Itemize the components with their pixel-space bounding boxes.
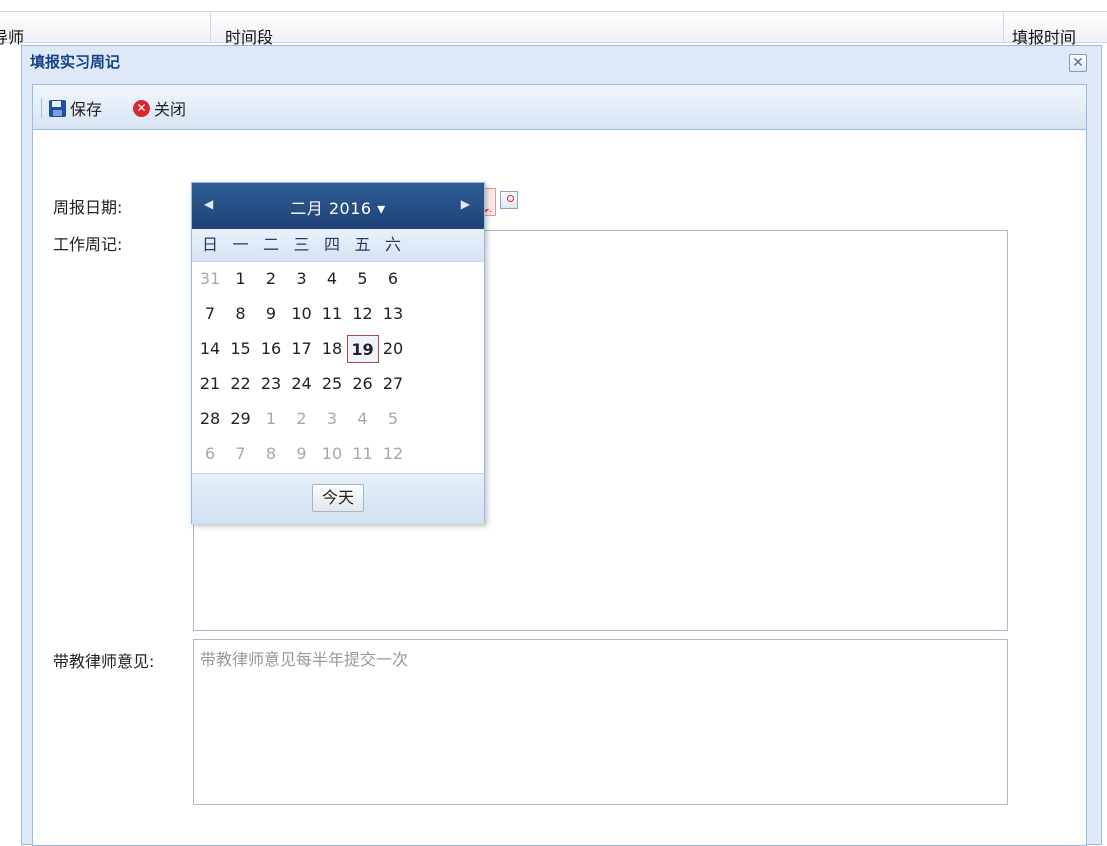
calendar-day[interactable]: 24 — [286, 370, 318, 398]
calendar-day[interactable]: 6 — [194, 440, 226, 468]
opinion-placeholder: 带教律师意见每半年提交一次 — [200, 650, 409, 669]
calendar-day[interactable]: 5 — [377, 405, 409, 433]
calendar-day[interactable]: 2 — [286, 405, 318, 433]
weekday-label: 二 — [262, 235, 279, 254]
calendar-day[interactable]: 17 — [286, 335, 318, 363]
dialog-title: 填报实习周记 — [30, 53, 121, 71]
calendar-day[interactable]: 9 — [255, 300, 287, 328]
calendar-day[interactable]: 12 — [377, 440, 409, 468]
calendar-day[interactable]: 10 — [286, 300, 318, 328]
calendar-day[interactable]: 26 — [347, 370, 379, 398]
calendar-day[interactable]: 28 — [194, 405, 226, 433]
calendar-day[interactable]: 4 — [316, 265, 348, 293]
calendar-day[interactable]: 11 — [347, 440, 379, 468]
calendar-day[interactable]: 16 — [255, 335, 287, 363]
calendar-day[interactable]: 25 — [316, 370, 348, 398]
calendar-day[interactable]: 19 — [346, 335, 379, 363]
calendar-day[interactable]: 10 — [316, 440, 348, 468]
toolbar: 保存 ✕ 关闭 — [33, 85, 1086, 130]
calendar-day[interactable]: 27 — [377, 370, 409, 398]
calendar-day[interactable]: 3 — [286, 265, 318, 293]
column-divider — [1003, 12, 1004, 42]
calendar-day[interactable]: 31 — [194, 265, 226, 293]
month-year-selector[interactable]: 二月 2016 ▾ — [192, 195, 484, 219]
calendar-day[interactable]: 21 — [194, 370, 226, 398]
column-divider — [210, 12, 211, 42]
weekday-label: 五 — [354, 235, 371, 254]
next-month-icon[interactable]: ▶ — [461, 197, 470, 211]
calendar-day[interactable]: 9 — [286, 440, 318, 468]
calendar-day[interactable]: 5 — [347, 265, 379, 293]
save-button[interactable]: 保存 — [49, 97, 102, 119]
close-icon[interactable]: ✕ — [1069, 54, 1087, 72]
date-picker: ◀ 二月 2016 ▾ ▶ 日一二三四五六 31 1 2 3 4 5 6 7 8 9 10 11 12 1… — [191, 182, 485, 524]
calendar-day[interactable]: 12 — [347, 300, 379, 328]
save-label: 保存 — [70, 100, 103, 119]
calendar-day[interactable]: 7 — [194, 300, 226, 328]
opinion-label: 带教律师意见: — [53, 652, 155, 671]
weekday-label: 日 — [201, 235, 218, 254]
save-icon — [49, 99, 66, 117]
calendar-day[interactable]: 2 — [255, 265, 287, 293]
calendar-day[interactable]: 15 — [225, 335, 257, 363]
calendar-day[interactable]: 8 — [255, 440, 287, 468]
date-picker-header: ◀ 二月 2016 ▾ ▶ — [192, 183, 484, 229]
toolbar-separator — [41, 98, 42, 118]
calendar-day[interactable]: 11 — [316, 300, 348, 328]
calendar-day[interactable]: 23 — [255, 370, 287, 398]
calendar-day[interactable]: 1 — [225, 265, 257, 293]
weekday-header-row: 日一二三四五六 — [192, 229, 484, 262]
today-button[interactable]: 今天 — [312, 484, 364, 512]
weekly-journal-dialog: 填报实习周记 ✕ 保存 ✕ 关闭 周报日期: 工作周记: 带教律师意见: 带教律… — [21, 45, 1102, 846]
calendar-day[interactable]: 20 — [377, 335, 409, 363]
calendar-day[interactable]: 8 — [225, 300, 257, 328]
calendar-day[interactable]: 7 — [225, 440, 257, 468]
calendar-day[interactable]: 14 — [194, 335, 226, 363]
journal-label: 工作周记: — [53, 235, 123, 254]
calendar-day[interactable]: 18 — [316, 335, 348, 363]
weekday-label: 三 — [293, 235, 310, 254]
close-label: 关闭 — [154, 100, 187, 119]
calendar-day[interactable]: 3 — [316, 405, 348, 433]
date-picker-footer: 今天 — [192, 473, 484, 524]
close-button[interactable]: ✕ 关闭 — [133, 97, 186, 119]
date-label: 周报日期: — [53, 198, 123, 217]
mentor-opinion-textarea[interactable]: 带教律师意见每半年提交一次 — [193, 639, 1008, 805]
weekday-label: 六 — [384, 235, 401, 254]
calendar-day[interactable]: 1 — [255, 405, 287, 433]
calendar-day[interactable]: 29 — [225, 405, 257, 433]
calendar-day[interactable]: 4 — [347, 405, 379, 433]
calendar-day[interactable]: 22 — [225, 370, 257, 398]
weekday-label: 四 — [323, 235, 340, 254]
calendar-day[interactable]: 6 — [377, 265, 409, 293]
close-circle-icon: ✕ — [133, 99, 150, 117]
calendar-icon[interactable] — [500, 191, 518, 209]
grid-header: 导师 时间段 填报时间 — [0, 11, 1107, 47]
weekday-label: 一 — [232, 235, 249, 254]
calendar-day[interactable]: 13 — [377, 300, 409, 328]
